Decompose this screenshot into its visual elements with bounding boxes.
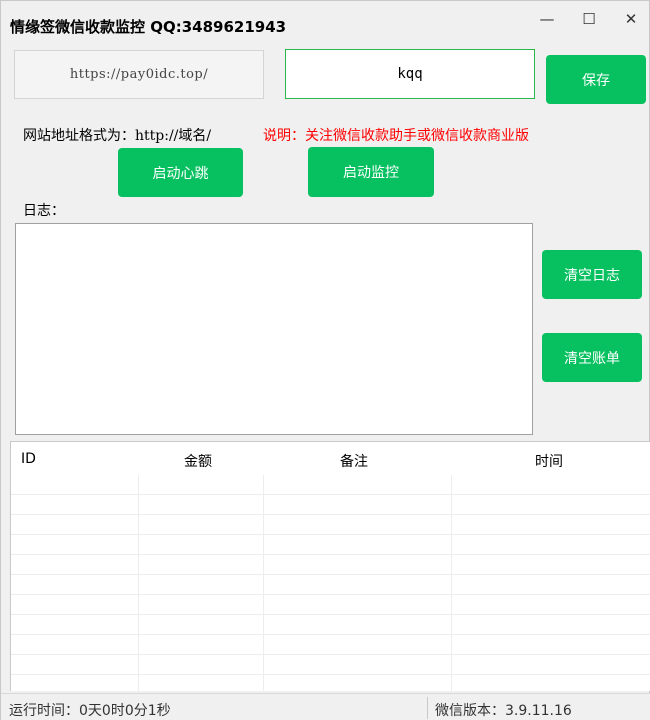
status-bar: 运行时间：0天0时0分1秒 微信版本：3.9.11.16 bbox=[1, 693, 650, 720]
save-button[interactable]: 保存 bbox=[546, 55, 646, 104]
key-input[interactable]: kqq bbox=[285, 49, 535, 99]
table-row[interactable] bbox=[11, 655, 650, 675]
close-icon[interactable]: ✕ bbox=[609, 6, 650, 32]
table-row[interactable] bbox=[11, 635, 650, 655]
window-title: 情缘签微信收款监控 QQ:3489621943 bbox=[10, 18, 287, 36]
table-row[interactable] bbox=[11, 595, 650, 615]
bill-table[interactable]: ID 金额 备注 时间 bbox=[10, 441, 650, 695]
start-monitor-button[interactable]: 启动监控 bbox=[308, 147, 434, 197]
column-divider bbox=[451, 475, 452, 692]
site-url-input[interactable]: https://pay0idc.top/ bbox=[14, 50, 264, 99]
table-header: ID 金额 备注 时间 bbox=[11, 442, 650, 475]
column-divider bbox=[138, 475, 139, 692]
note-text: 说明：关注微信收款助手或微信收款商业版 bbox=[263, 128, 529, 144]
table-row[interactable] bbox=[11, 495, 650, 515]
table-row[interactable] bbox=[11, 515, 650, 535]
wechat-version-status: 微信版本：3.9.11.16 bbox=[435, 703, 572, 719]
start-heartbeat-button[interactable]: 启动心跳 bbox=[118, 148, 243, 197]
table-row[interactable] bbox=[11, 675, 650, 695]
app-window: 情缘签微信收款监控 QQ:3489621943 — ☐ ✕ https://pa… bbox=[0, 0, 650, 720]
table-row[interactable] bbox=[11, 535, 650, 555]
column-header-note[interactable]: 备注 bbox=[340, 451, 368, 471]
log-textarea[interactable] bbox=[15, 223, 533, 435]
column-header-id[interactable]: ID bbox=[21, 451, 36, 467]
log-label: 日志： bbox=[23, 203, 65, 219]
column-divider bbox=[263, 475, 264, 692]
column-header-time[interactable]: 时间 bbox=[535, 451, 563, 471]
table-row[interactable] bbox=[11, 615, 650, 635]
runtime-status: 运行时间：0天0时0分1秒 bbox=[9, 703, 171, 719]
table-row[interactable] bbox=[11, 575, 650, 595]
title-bar[interactable]: 情缘签微信收款监控 QQ:3489621943 — ☐ ✕ bbox=[1, 1, 650, 41]
clear-log-button[interactable]: 清空日志 bbox=[542, 250, 642, 299]
clear-bill-button[interactable]: 清空账单 bbox=[542, 333, 642, 382]
table-row[interactable] bbox=[11, 555, 650, 575]
url-format-label: 网站地址格式为：http://域名/ bbox=[23, 125, 211, 145]
status-divider bbox=[427, 697, 428, 719]
minimize-icon[interactable]: — bbox=[525, 6, 569, 32]
url-format-prefix: 网站地址格式为： bbox=[23, 128, 135, 144]
column-header-amount[interactable]: 金额 bbox=[184, 451, 212, 471]
maximize-icon[interactable]: ☐ bbox=[567, 6, 611, 32]
url-format-example: http://域名/ bbox=[135, 128, 212, 144]
table-row[interactable] bbox=[11, 475, 650, 495]
